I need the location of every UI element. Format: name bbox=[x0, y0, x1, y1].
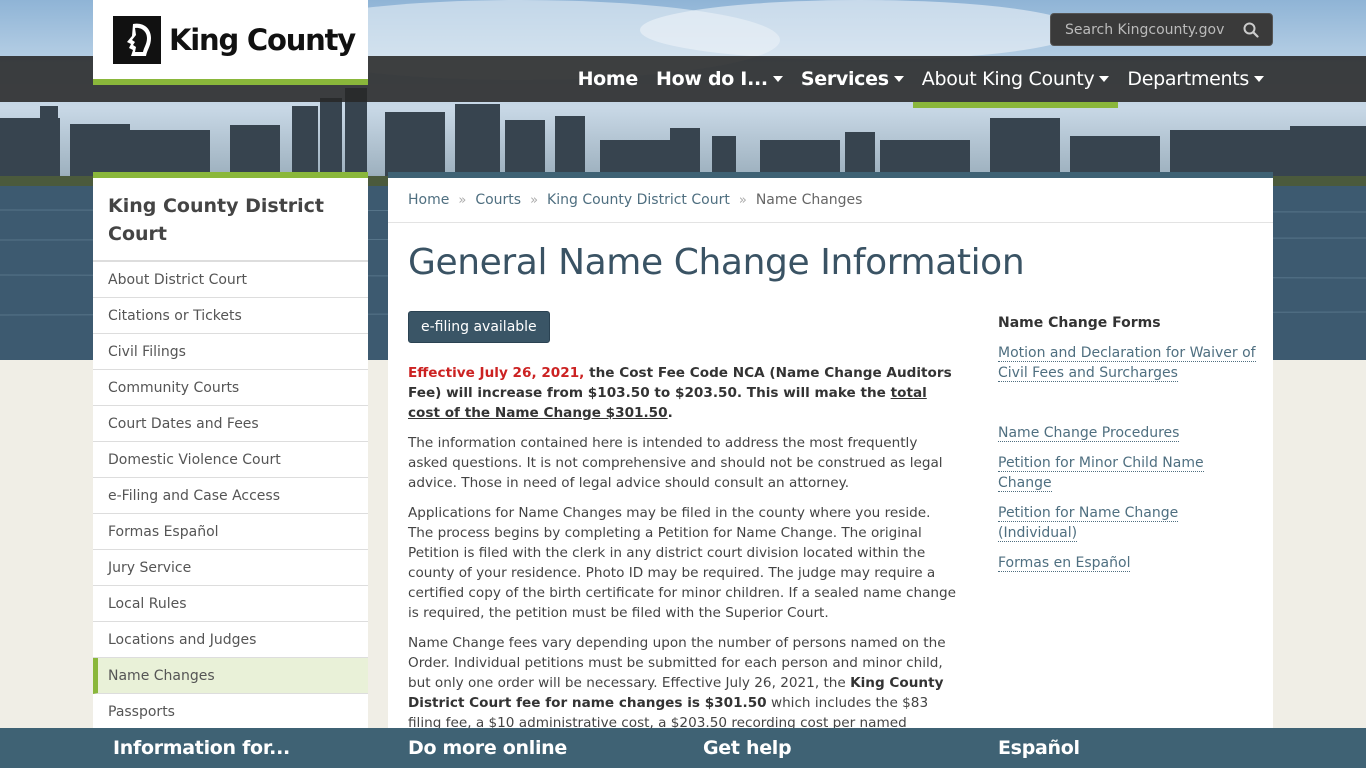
footer-get-help[interactable]: Get help bbox=[703, 728, 792, 768]
sidebar-item-label: Formas Español bbox=[108, 523, 219, 540]
link-label: Name Change Procedures bbox=[998, 425, 1180, 442]
fee-notice-end: . bbox=[667, 405, 673, 421]
sidebar-title[interactable]: King County District Court bbox=[93, 178, 368, 262]
link-label: Motion and Declaration for Waiver of Civ… bbox=[998, 345, 1256, 382]
footer-information-for[interactable]: Information for... bbox=[113, 728, 290, 768]
breadcrumb-separator-icon: » bbox=[458, 192, 467, 208]
disclaimer-paragraph: The information contained here is intend… bbox=[408, 435, 943, 491]
breadcrumb-district-court[interactable]: King County District Court bbox=[547, 192, 730, 208]
sidebar-item-locations-judges[interactable]: Locations and Judges bbox=[93, 622, 368, 658]
sidebar-item-label: e-Filing and Case Access bbox=[108, 487, 281, 504]
forms-heading: Name Change Forms bbox=[998, 315, 1161, 331]
sidebar-item-jury-service[interactable]: Jury Service bbox=[93, 550, 368, 586]
logo-link[interactable]: King County bbox=[93, 0, 368, 85]
logo-text: King County bbox=[169, 22, 356, 57]
sidebar-item-community-courts[interactable]: Community Courts bbox=[93, 370, 368, 406]
fee-notice-paragraph: Effective July 26, 2021, the Cost Fee Co… bbox=[408, 363, 958, 423]
sidebar-item-passports[interactable]: Passports bbox=[93, 694, 368, 730]
main-content: Home » Courts » King County District Cou… bbox=[388, 172, 1273, 732]
link-label: Formas en Español bbox=[998, 555, 1131, 572]
individual-petition-link[interactable]: Petition for Name Change (Individual) bbox=[998, 503, 1258, 543]
sidebar-item-label: Domestic Violence Court bbox=[108, 451, 281, 468]
breadcrumb-courts[interactable]: Courts bbox=[475, 192, 521, 208]
applications-paragraph: Applications for Name Changes may be fil… bbox=[408, 505, 957, 621]
nav-services-label: Services bbox=[800, 68, 889, 90]
sidebar-item-about-district-court[interactable]: About District Court bbox=[93, 262, 368, 298]
nav-about-label: About King County bbox=[921, 68, 1095, 90]
footer-espanol[interactable]: Español bbox=[998, 728, 1080, 768]
search-button[interactable] bbox=[1231, 14, 1271, 45]
article-body: e-filing available Effective July 26, 20… bbox=[408, 311, 958, 732]
sidebar-item-e-filing[interactable]: e-Filing and Case Access bbox=[93, 478, 368, 514]
footer-do-more-online[interactable]: Do more online bbox=[408, 728, 567, 768]
nav-departments[interactable]: Departments bbox=[1118, 56, 1273, 102]
sidebar-item-label: Citations or Tickets bbox=[108, 307, 242, 324]
breadcrumb-home[interactable]: Home bbox=[408, 192, 449, 208]
sidebar-item-label: Community Courts bbox=[108, 379, 240, 396]
page-title: General Name Change Information bbox=[408, 242, 1025, 283]
minor-child-petition-link[interactable]: Petition for Minor Child Name Change bbox=[998, 453, 1258, 493]
nav-about-king-county[interactable]: About King County bbox=[912, 56, 1119, 108]
caret-down-icon bbox=[772, 76, 783, 82]
nav-home-label: Home bbox=[577, 68, 639, 90]
breadcrumb-current: Name Changes bbox=[755, 192, 863, 208]
fees-paragraph: Name Change fees vary depending upon the… bbox=[408, 633, 958, 732]
link-label: Petition for Name Change (Individual) bbox=[998, 505, 1179, 542]
search-box bbox=[1050, 13, 1273, 46]
sidebar-item-label: Court Dates and Fees bbox=[108, 415, 259, 432]
main-nav: Home How do I... Services About King Cou… bbox=[569, 56, 1273, 108]
breadcrumb-separator-icon: » bbox=[738, 192, 747, 208]
sidebar-item-citations[interactable]: Citations or Tickets bbox=[93, 298, 368, 334]
caret-down-icon bbox=[1254, 76, 1264, 82]
nav-services[interactable]: Services bbox=[792, 56, 913, 102]
nav-departments-label: Departments bbox=[1127, 68, 1249, 90]
sidebar-item-label: Civil Filings bbox=[108, 343, 186, 360]
caret-down-icon bbox=[893, 76, 904, 82]
link-label: Petition for Minor Child Name Change bbox=[998, 455, 1204, 492]
search-icon bbox=[1243, 22, 1259, 38]
sidebar-item-court-dates-fees[interactable]: Court Dates and Fees bbox=[93, 406, 368, 442]
nav-how-do-i-label: How do I... bbox=[656, 68, 768, 90]
sidebar-item-label: Name Changes bbox=[108, 667, 215, 684]
sidebar-item-label: Local Rules bbox=[108, 595, 187, 612]
sidebar-nav: King County District Court About Distric… bbox=[93, 172, 368, 732]
sidebar-item-label: Jury Service bbox=[108, 559, 192, 576]
sidebar-item-label: Passports bbox=[108, 703, 175, 720]
search-input[interactable] bbox=[1051, 21, 1231, 38]
sidebar-item-civil-filings[interactable]: Civil Filings bbox=[93, 334, 368, 370]
procedures-link[interactable]: Name Change Procedures bbox=[998, 423, 1258, 443]
sidebar-item-local-rules[interactable]: Local Rules bbox=[93, 586, 368, 622]
sidebar-item-label: Locations and Judges bbox=[108, 631, 257, 648]
effective-date-text: Effective July 26, 2021, bbox=[408, 365, 585, 381]
sidebar-item-formas-espanol[interactable]: Formas Español bbox=[93, 514, 368, 550]
sidebar-item-name-changes[interactable]: Name Changes bbox=[93, 658, 368, 694]
breadcrumb: Home » Courts » King County District Cou… bbox=[388, 178, 1273, 223]
caret-down-icon bbox=[1099, 76, 1110, 82]
king-county-logo-icon bbox=[113, 15, 161, 64]
e-filing-button[interactable]: e-filing available bbox=[408, 311, 550, 343]
breadcrumb-separator-icon: » bbox=[530, 192, 539, 208]
formas-espanol-link[interactable]: Formas en Español bbox=[998, 553, 1258, 573]
nav-how-do-i[interactable]: How do I... bbox=[647, 56, 792, 102]
name-change-forms-panel: Name Change Forms Motion and Declaration… bbox=[998, 313, 1258, 583]
footer-bar: Information for... Do more online Get he… bbox=[0, 728, 1366, 768]
nav-home[interactable]: Home bbox=[569, 56, 647, 102]
waiver-motion-link[interactable]: Motion and Declaration for Waiver of Civ… bbox=[998, 343, 1258, 383]
sidebar-item-label: About District Court bbox=[108, 271, 248, 288]
sidebar-item-domestic-violence-court[interactable]: Domestic Violence Court bbox=[93, 442, 368, 478]
